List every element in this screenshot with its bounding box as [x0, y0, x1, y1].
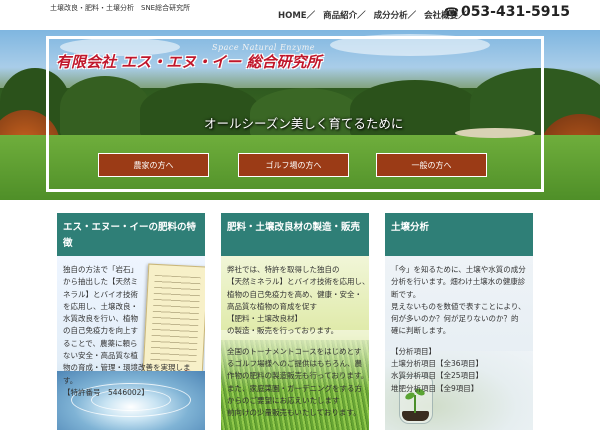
- card-body: 弊社では、特許を取得した独自の 【天然ミネラル】とバイオ技術を応用し、 植物の自…: [221, 256, 369, 430]
- card-body: 「今」を知るために、土壌や水質の成分 分析を行います。畑わけ土壌水の健康診 断で…: [385, 256, 533, 430]
- text-line: 堆肥分析項目【全9項目】: [391, 383, 479, 393]
- farmers-button[interactable]: 農家の方へ: [98, 153, 209, 177]
- text-line: 高品質な植物の育成を促す: [227, 301, 317, 311]
- text-line: [391, 338, 533, 346]
- text-line: 物の育成・管理・環境改善を実現しま: [63, 363, 191, 373]
- text-line: 断です。: [391, 289, 421, 299]
- card-fertilizer-features: エス・エヌー・イーの肥料の特 徴 独自の方法で「岩石」 から抽出した【天然ミ ネ…: [57, 213, 205, 430]
- card-title-line: 土壌分析: [391, 222, 430, 233]
- card-description: 独自の方法で「岩石」 から抽出した【天然ミ ネラル】とバイオ技術 を応用し、土壌…: [63, 264, 203, 399]
- hero-catchphrase: オールシーズン美しく育てるために: [204, 116, 404, 131]
- text-line: からのご要望にお応えいたします: [227, 395, 340, 405]
- telephone-icon: ☎: [444, 5, 459, 19]
- text-line: 水質分析項目【全25項目】: [391, 371, 484, 381]
- card-title-line: 肥料・土壌改良材の製造・販売: [227, 222, 361, 233]
- card-body: 独自の方法で「岩石」 から抽出した【天然ミ ネラル】とバイオ技術 を応用し、土壌…: [57, 256, 205, 430]
- company-name: 有限会社 エス・エヌ・イー 総合研究所: [56, 53, 322, 71]
- text-line: 何が多いのか？何が足りないのか？的: [391, 314, 519, 324]
- card-manufacturing-sales: 肥料・土壌改良材の製造・販売 弊社では、特許を取得した独自の 【天然ミネラル】と…: [221, 213, 369, 430]
- general-button[interactable]: 一般の方へ: [376, 153, 487, 177]
- top-header: 土壌改良・肥料・土壌分析 SNE総合研究所 HOME／ 商品紹介／ 成分分析／ …: [0, 0, 600, 30]
- text-line: 水質改良を行い、植物: [63, 314, 138, 324]
- text-line: 【特許番号 5446002】: [63, 387, 149, 397]
- text-line: 【分析項目】: [391, 346, 436, 356]
- hero-banner: Space Natural Enzyme 有限会社 エス・エヌ・イー 総合研究所…: [0, 30, 600, 200]
- card-title[interactable]: 土壌分析: [385, 213, 533, 256]
- golf-course-button[interactable]: ゴルフ場の方へ: [238, 153, 349, 177]
- text-line: の自己免疫力を向上す: [63, 326, 138, 336]
- text-line: から抽出した【天然ミ: [63, 277, 138, 287]
- card-title[interactable]: エス・エヌー・イーの肥料の特 徴: [57, 213, 205, 256]
- text-line: 土壌分析項目【全36項目】: [391, 359, 484, 369]
- nav-products[interactable]: 商品紹介／: [323, 9, 366, 21]
- text-line: 確に判断します。: [391, 326, 451, 336]
- text-line: [227, 338, 369, 346]
- card-title-line: 徴: [63, 238, 73, 249]
- text-line: るゴルフ場様へのご提供はもちろん、農: [227, 359, 362, 369]
- text-line: 【天然ミネラル】とバイオ技術を応用し、: [227, 277, 369, 287]
- text-line: また、家庭菜園・ガーデニングをする方: [227, 383, 362, 393]
- text-line: 前向けの少量販売もいたしております。: [227, 408, 361, 418]
- card-description: 「今」を知るために、土壌や水質の成分 分析を行います。畑わけ土壌水の健康診 断で…: [391, 264, 533, 395]
- text-line: ネラル】とバイオ技術: [63, 289, 138, 299]
- phone-text: 053-431-5915: [460, 4, 570, 20]
- text-line: ない安全・高品質な植: [63, 351, 138, 361]
- text-line: 【肥料・土壌改良材】: [227, 314, 302, 324]
- card-title[interactable]: 肥料・土壌改良材の製造・販売: [221, 213, 369, 256]
- text-line: を応用し、土壌改良・: [63, 301, 138, 311]
- card-title-line: エス・エヌー・イーの肥料の特: [63, 222, 197, 233]
- site-tagline: 土壌改良・肥料・土壌分析 SNE総合研究所: [50, 4, 191, 12]
- text-line: 全国のトーナメントコースをはじめとす: [227, 346, 362, 356]
- text-line: す。: [63, 375, 78, 385]
- card-description: 弊社では、特許を取得した独自の 【天然ミネラル】とバイオ技術を応用し、 植物の自…: [227, 264, 369, 420]
- text-line: 分析を行います。畑わけ土壌水の健康診: [391, 277, 526, 287]
- text-line: 作物の肥料の製造販売も行っております。: [227, 371, 369, 381]
- nav-analysis[interactable]: 成分分析／: [374, 9, 417, 21]
- text-line: ることで、農薬に頼ら: [63, 338, 138, 348]
- text-line: 独自の方法で「岩石」: [63, 265, 138, 274]
- sprout-stem: [414, 395, 416, 413]
- phone-number[interactable]: ☎ 053-431-5915: [444, 4, 570, 20]
- text-line: 植物の自己免疫力を高め、健康・安全・: [227, 289, 362, 299]
- text-line: 見えないものを数値で表すことにより、: [391, 301, 526, 311]
- text-line: 「今」を知るために、土壌や水質の成分: [391, 265, 526, 274]
- text-line: 弊社では、特許を取得した独自の: [227, 265, 340, 274]
- text-line: の製造・販売を行っております。: [227, 326, 339, 336]
- card-soil-analysis: 土壌分析 「今」を知るために、土壌や水質の成分 分析を行います。畑わけ土壌水の健…: [385, 213, 533, 430]
- nav-home[interactable]: HOME／: [278, 9, 315, 21]
